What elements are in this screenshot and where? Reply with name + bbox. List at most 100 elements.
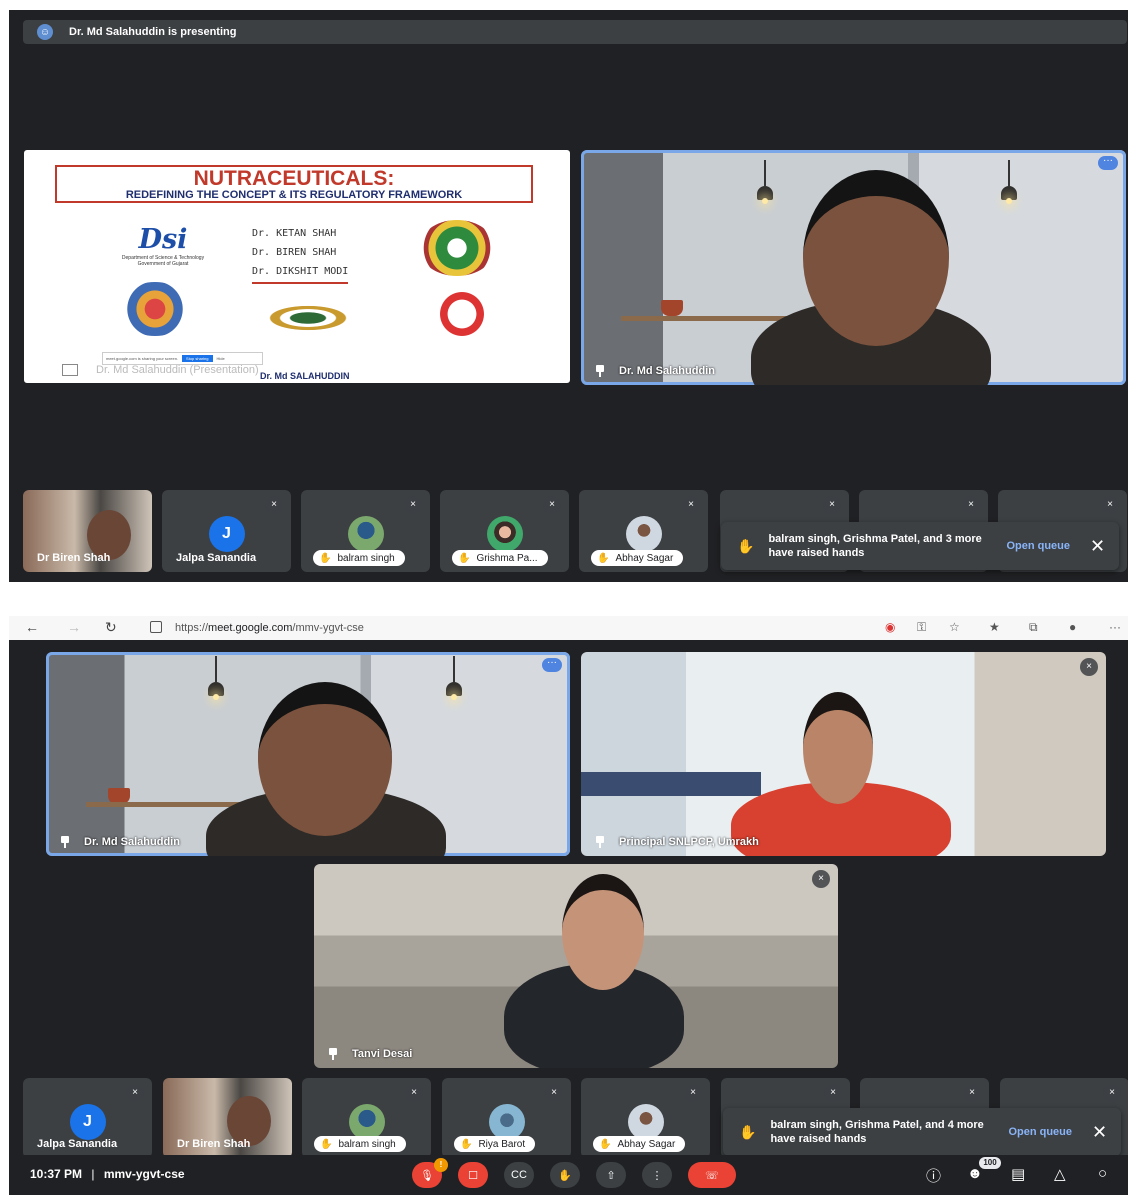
avatar — [625, 516, 662, 552]
avatar: J — [69, 1104, 106, 1140]
raised-hands-toast: ✋ balram singh, Grishma Patel, and 4 mor… — [723, 1108, 1121, 1156]
open-queue-button[interactable]: Open queue — [1008, 1126, 1072, 1138]
close-icon[interactable]: ✕ — [1090, 536, 1105, 557]
participant-video-tile[interactable]: × Principal SNLPCP, Umrakh — [581, 652, 1106, 856]
mic-off-icon: × — [126, 1084, 144, 1102]
hand-icon: ✋ — [737, 537, 755, 554]
meeting-details: 10:37 PM | mmv-ygvt-cse — [30, 1167, 185, 1181]
participant-tile[interactable]: × J Jalpa Sanandia — [162, 490, 291, 572]
present-now-button[interactable]: ⇧ — [596, 1162, 626, 1188]
more-options-button[interactable]: ··· — [1098, 156, 1118, 170]
participant-video-tile[interactable]: × Tanvi Desai — [314, 864, 838, 1068]
cup-decoration — [661, 300, 683, 316]
host-controls-icon[interactable]: ○ — [1098, 1165, 1107, 1182]
participant-tile[interactable]: × ✋ balram singh — [301, 490, 430, 572]
mic-off-icon: × — [545, 1084, 563, 1102]
pin-icon[interactable] — [595, 365, 605, 377]
activities-icon[interactable]: △ — [1054, 1165, 1066, 1183]
lock-icon[interactable] — [150, 621, 162, 633]
participant-tile[interactable]: × ✋ Riya Barot — [442, 1078, 571, 1158]
presentation-icon — [62, 364, 78, 376]
camera-toggle-button[interactable]: ☐ — [458, 1162, 488, 1188]
participant-tile[interactable]: × J Jalpa Sanandia — [23, 1078, 152, 1158]
lamp-decoration — [757, 160, 773, 204]
mic-off-icon: × — [265, 496, 283, 514]
mic-off-icon: × — [543, 496, 561, 514]
open-queue-button[interactable]: Open queue — [1006, 540, 1070, 552]
participant-tile[interactable]: × ✋ Abhay Sagar — [579, 490, 708, 572]
forward-icon[interactable]: → — [67, 619, 81, 635]
raise-hand-button[interactable]: ✋ — [550, 1162, 580, 1188]
mic-off-icon: × — [824, 1084, 842, 1102]
lamp-decoration — [208, 656, 224, 700]
mic-off-icon: × — [405, 1084, 423, 1102]
pin-icon[interactable] — [328, 1048, 338, 1060]
lamp-decoration — [446, 656, 462, 700]
meeting-controls-bar: 10:37 PM | mmv-ygvt-cse 🎙 ! ☐ CC ✋ ⇧ ⋮ ☏… — [9, 1155, 1128, 1195]
address-bar[interactable]: https://meet.google.com/mmv-ygvt-cse — [175, 622, 364, 634]
collections-icon[interactable]: ⧉ — [1029, 620, 1038, 635]
avatar — [347, 516, 384, 552]
raised-hand-pill: ✋ balram singh — [313, 550, 405, 566]
chat-icon[interactable]: ▤ — [1011, 1165, 1025, 1183]
toast-message: balram singh, Grishma Patel, and 3 more … — [768, 533, 982, 559]
hide-button[interactable]: Hide — [217, 356, 225, 361]
reload-icon[interactable]: ↻ — [105, 619, 117, 636]
mic-off-icon: × — [682, 496, 700, 514]
raised-hand-pill: ✋ balram singh — [314, 1136, 406, 1152]
presenter-avatar: ☺ — [37, 24, 53, 40]
slide-title-box: NUTRACEUTICALS: REDEFINING THE CONCEPT &… — [55, 165, 533, 203]
lamp-decoration — [1001, 160, 1017, 204]
avatar — [486, 516, 523, 552]
info-icon[interactable]: ⓘ — [926, 1165, 941, 1186]
participant-head — [803, 692, 873, 804]
close-icon[interactable]: ✕ — [1092, 1122, 1107, 1143]
pin-icon[interactable] — [595, 836, 605, 848]
stop-sharing-button[interactable]: Stop sharing — [182, 355, 213, 362]
presenting-text: Dr. Md Salahuddin is presenting — [69, 26, 237, 38]
avatar — [348, 1104, 385, 1140]
hand-icon: ✋ — [460, 1138, 473, 1150]
raised-hands-toast: ✋ balram singh, Grishma Patel, and 3 mor… — [721, 522, 1119, 570]
menu-icon[interactable]: ··· — [1109, 620, 1121, 634]
slide-author: Dr. Md SALAHUDDIN — [260, 371, 350, 381]
presentation-tile[interactable]: NUTRACEUTICALS: REDEFINING THE CONCEPT &… — [24, 150, 570, 383]
slide-subtitle: REDEFINING THE CONCEPT & ITS REGULATORY … — [125, 189, 463, 201]
participant-nametag: Principal SNLPCP, Umrakh — [595, 836, 759, 848]
college-seal-logo — [419, 220, 495, 276]
profile-icon[interactable]: ● — [1069, 620, 1076, 634]
camera-blocked-icon[interactable]: ◉ — [885, 620, 895, 634]
ornament-emblem — [220, 290, 396, 346]
favorites-list-icon[interactable]: ★ — [989, 620, 1000, 634]
participant-nametag: Tanvi Desai — [328, 1048, 412, 1060]
participant-tile[interactable]: × ✋ Abhay Sagar — [581, 1078, 710, 1158]
key-icon[interactable]: ⚿ — [917, 620, 926, 635]
captions-button[interactable]: CC — [504, 1162, 534, 1188]
pin-icon[interactable] — [60, 836, 70, 848]
mic-off-icon: × — [963, 1084, 981, 1102]
favorite-icon[interactable]: ☆ — [949, 620, 960, 634]
toast-message: balram singh, Grishma Patel, and 4 more … — [770, 1119, 984, 1145]
leave-call-button[interactable]: ☏ — [688, 1162, 736, 1188]
speaker-video-tile[interactable]: ··· Dr. Md Salahuddin — [46, 652, 570, 856]
mic-off-icon: × — [1103, 1084, 1121, 1102]
slide-names: Dr. KETAN SHAH Dr. BIREN SHAH Dr. DIKSHI… — [252, 224, 349, 284]
hand-icon: ✋ — [597, 552, 610, 564]
browser-toolbar: ← → ↻ https://meet.google.com/mmv-ygvt-c… — [9, 616, 1128, 641]
presenting-banner: ☺ Dr. Md Salahuddin is presenting — [23, 20, 1127, 44]
speaker-nametag: Dr. Md Salahuddin — [595, 365, 715, 377]
raised-hand-pill: ✋ Abhay Sagar — [593, 1136, 686, 1152]
participant-tile[interactable]: Dr Biren Shah — [23, 490, 152, 572]
people-count-badge: 100 — [979, 1157, 1001, 1169]
mic-off-icon: × — [823, 496, 841, 514]
meet-window-presenting: ☺ Dr. Md Salahuddin is presenting NUTRAC… — [9, 10, 1128, 582]
participant-tile[interactable]: Dr Biren Shah — [163, 1078, 292, 1158]
participant-tile[interactable]: × ✋ balram singh — [302, 1078, 431, 1158]
more-options-button[interactable]: ⋮ — [642, 1162, 672, 1188]
participant-head — [562, 874, 644, 990]
speaker-video-tile[interactable]: ··· Dr. Md Salahuddin — [581, 150, 1126, 385]
participant-tile[interactable]: × ✋ Grishma Pa... — [440, 490, 569, 572]
more-options-button[interactable]: ··· — [542, 658, 562, 672]
mic-off-icon: × — [1080, 658, 1098, 676]
back-icon[interactable]: ← — [25, 619, 39, 635]
